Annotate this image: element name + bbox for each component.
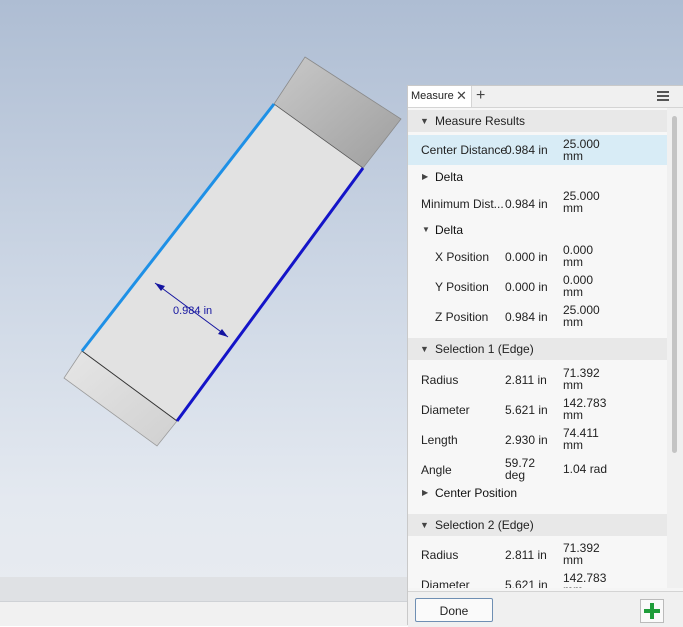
row-value-mm: 142.783 mm [563,571,607,588]
row-value-in: 2.811 in [505,548,547,562]
row-label: Z Position [435,310,489,324]
hamburger-menu-icon[interactable] [657,91,669,101]
row-label: Y Position [435,280,489,294]
result-row-radius-2[interactable]: Radius 2.811 in 71.392 mm [408,541,667,571]
measure-panel: Measure ✕ + ▼ Measure Results Center Dis… [407,85,683,627]
tab-measure[interactable]: Measure ✕ [408,86,472,107]
triangle-right-icon: ▶ [422,488,429,497]
section-label: Selection 2 (Edge) [435,518,534,532]
result-row-length-1[interactable]: Length 2.930 in 74.411 mm [408,426,667,456]
row-label: Angle [421,463,452,477]
triangle-down-icon: ▼ [420,344,429,354]
section-selection-2[interactable]: ▼ Selection 2 (Edge) [408,514,667,536]
group-delta-1[interactable]: ▶ Delta [408,170,667,186]
row-value-mm: 25.000 mm [563,303,600,329]
panel-tab-bar: Measure ✕ + [408,86,683,108]
row-value-in: 2.930 in [505,433,548,447]
triangle-down-icon: ▼ [420,116,429,126]
dimension-label: 0.984 in [173,305,212,317]
plus-icon[interactable]: + [476,87,485,105]
row-label: Diameter [421,578,470,588]
part-main-face[interactable] [81,103,364,422]
done-button[interactable]: Done [415,598,493,622]
row-value-mm: 71.392 mm [563,541,600,567]
row-label: Center Distance [421,143,508,157]
row-label: Diameter [421,403,470,417]
row-label: Radius [421,373,459,387]
row-value-mm: 71.392 mm [563,366,600,392]
row-value-mm: 25.000 mm [563,189,600,215]
result-row-z-position[interactable]: Z Position 0.984 in 25.000 mm [408,303,667,333]
row-value-mm: 142.783 mm [563,396,607,422]
triangle-right-icon: ▶ [422,172,429,181]
row-label: Minimum Dist... [421,197,504,211]
row-value-mm: 25.000 mm [563,137,600,163]
row-value-in: 59.72 deg [505,456,536,482]
section-measure-results[interactable]: ▼ Measure Results [408,110,667,132]
row-label: X Position [435,250,490,264]
row-label: Radius [421,548,459,562]
row-value-mm: 0.000 mm [563,243,594,269]
row-label: Length [421,433,458,447]
scrollbar-thumb[interactable] [672,116,677,453]
row-value-mm: 1.04 rad [563,462,608,476]
results-scrollbar[interactable] [667,108,683,588]
result-row-center-distance[interactable]: Center Distance 0.984 in 25.000 mm [408,135,667,165]
measure-results-list: ▼ Measure Results Center Distance 0.984 … [408,108,667,588]
row-value-in: 0.984 in [505,143,548,157]
group-label: Delta [435,223,464,237]
triangle-down-icon: ▼ [422,225,430,234]
result-row-x-position[interactable]: X Position 0.000 in 0.000 mm [408,243,667,273]
result-row-diameter-2[interactable]: Diameter 5.621 in 142.783 mm [408,571,667,588]
tab-measure-label: Measure [411,90,454,102]
row-value-in: 0.000 in [505,280,548,294]
section-label: Measure Results [435,114,526,128]
close-icon[interactable]: ✕ [456,89,467,102]
row-value-in: 0.984 in [505,197,548,211]
result-row-y-position[interactable]: Y Position 0.000 in 0.000 mm [408,273,667,303]
row-value-in: 5.621 in [505,578,548,588]
row-value-in: 2.811 in [505,373,547,387]
group-label: Center Position [435,486,518,500]
group-delta-2[interactable]: ▼ Delta [408,223,667,239]
triangle-down-icon: ▼ [420,520,429,530]
add-measurement-button[interactable] [640,599,664,623]
section-label: Selection 1 (Edge) [435,342,534,356]
row-value-mm: 74.411 mm [563,426,599,452]
row-value-in: 0.984 in [505,310,548,324]
row-value-in: 0.000 in [505,250,548,264]
panel-footer: Done [408,591,683,627]
result-row-radius-1[interactable]: Radius 2.811 in 71.392 mm [408,366,667,396]
row-value-in: 5.621 in [505,403,548,417]
row-value-mm: 0.000 mm [563,273,594,299]
green-plus-icon [644,603,660,619]
group-label: Delta [435,170,464,184]
result-row-angle-1[interactable]: Angle 59.72 deg 1.04 rad [408,456,667,486]
section-selection-1[interactable]: ▼ Selection 1 (Edge) [408,338,667,360]
result-row-minimum-distance[interactable]: Minimum Dist... 0.984 in 25.000 mm [408,190,667,220]
group-center-position[interactable]: ▶ Center Position [408,486,667,502]
result-row-diameter-1[interactable]: Diameter 5.621 in 142.783 mm [408,396,667,426]
